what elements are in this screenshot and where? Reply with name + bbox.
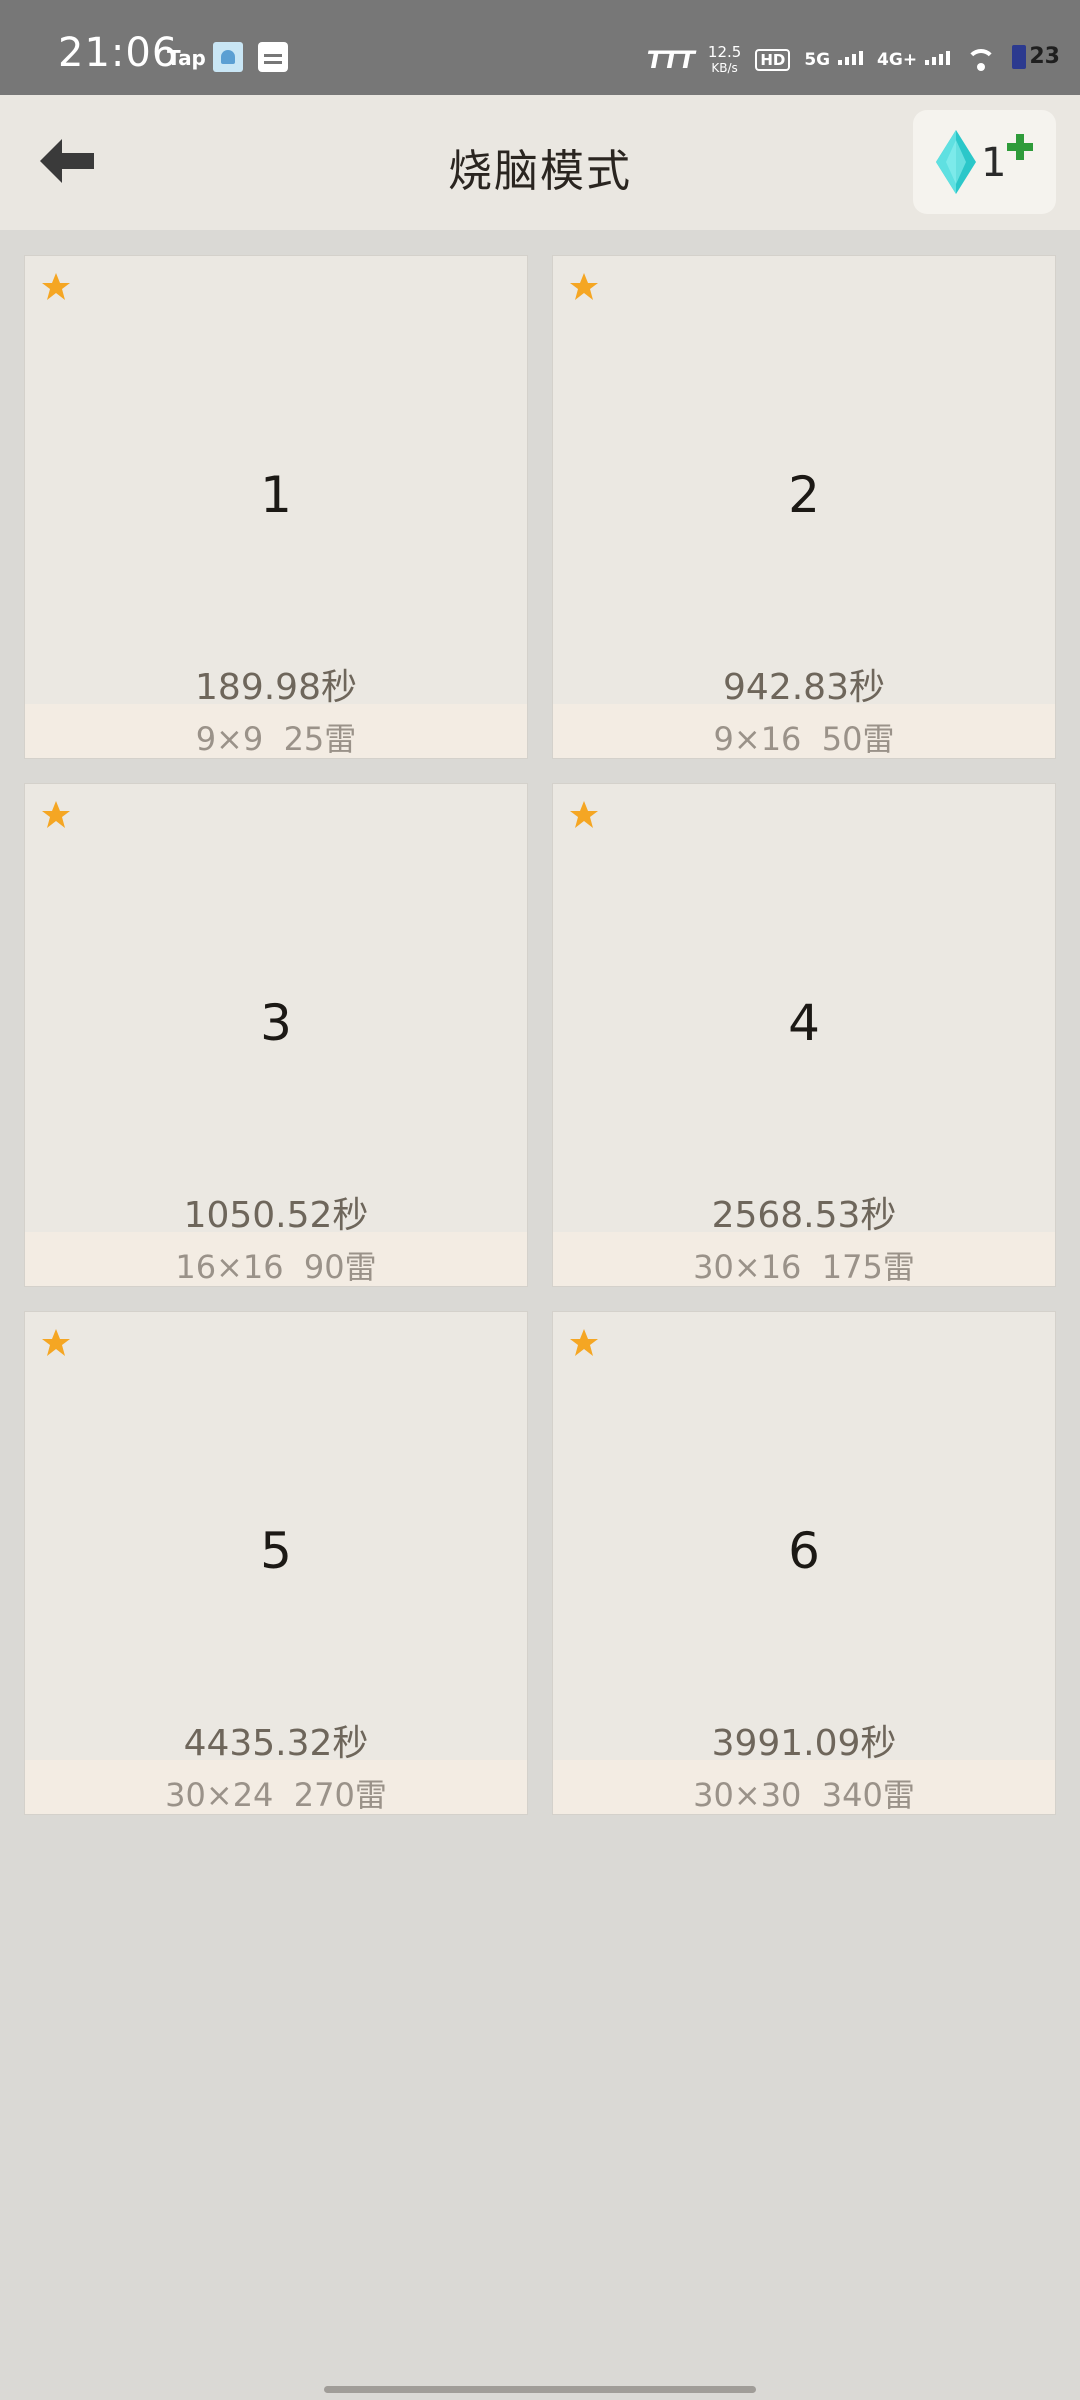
status-indicators: TTT 12.5 KB/s HD 5G 4G+ xyxy=(647,40,998,80)
level-number: 6 xyxy=(788,1522,820,1580)
calendar-icon xyxy=(258,42,288,72)
signal-5g: 5G xyxy=(804,50,864,70)
level-card-3[interactable]: 3 1050.52秒 16×16 90雷 xyxy=(24,783,528,1287)
level-number: 3 xyxy=(260,994,292,1052)
star-icon xyxy=(42,801,70,828)
level-best-time: 4435.32秒 xyxy=(183,1723,369,1764)
signal-4g: 4G+ xyxy=(877,50,950,70)
battery-indicator: 23 xyxy=(1012,44,1060,69)
level-card-5[interactable]: 5 4435.32秒 30×24 270雷 xyxy=(24,1311,528,1815)
signal-bars-icon xyxy=(925,51,950,65)
level-best-time: 3991.09秒 xyxy=(711,1723,897,1764)
battery-level: 23 xyxy=(1029,44,1060,69)
wifi-icon xyxy=(964,47,998,73)
star-icon xyxy=(570,801,598,828)
level-board-info: 30×30 340雷 xyxy=(693,1776,915,1814)
level-board-info: 30×24 270雷 xyxy=(165,1776,387,1814)
level-card-6[interactable]: 6 3991.09秒 30×30 340雷 xyxy=(552,1311,1056,1815)
level-board-info: 16×16 90雷 xyxy=(175,1248,377,1286)
signal-bars-icon xyxy=(838,51,864,65)
star-icon xyxy=(42,273,70,300)
taptap-icon: Tap xyxy=(167,46,206,70)
level-number: 2 xyxy=(788,466,820,524)
network-logo-icon: TTT xyxy=(646,46,695,74)
star-icon xyxy=(570,1329,598,1356)
app-header: 烧脑模式 1 xyxy=(0,95,1080,230)
star-icon xyxy=(42,1329,70,1356)
signal-5g-label: 5G xyxy=(804,50,831,70)
level-board-info: 9×16 50雷 xyxy=(713,720,895,758)
level-card-2[interactable]: 2 942.83秒 9×16 50雷 xyxy=(552,255,1056,759)
hd-icon: HD xyxy=(755,49,791,71)
level-card-4[interactable]: 4 2568.53秒 30×16 175雷 xyxy=(552,783,1056,1287)
home-indicator[interactable] xyxy=(324,2386,756,2393)
app-notification-icon xyxy=(213,42,243,72)
gem-count: 1 xyxy=(981,140,1007,186)
level-number: 5 xyxy=(260,1522,292,1580)
level-board-info: 9×9 25雷 xyxy=(195,720,357,758)
status-bar: 21:06 Tap TTT 12.5 KB/s HD 5G 4G+ 23 xyxy=(0,0,1080,95)
signal-4g-label: 4G+ xyxy=(877,50,918,70)
network-speed-value: 12.5 xyxy=(707,42,742,61)
gem-balance-button[interactable]: 1 xyxy=(913,110,1056,214)
level-best-time: 2568.53秒 xyxy=(711,1195,897,1236)
level-board-info: 30×16 175雷 xyxy=(693,1248,915,1286)
level-card-1[interactable]: 1 189.98秒 9×9 25雷 xyxy=(24,255,528,759)
level-best-time: 942.83秒 xyxy=(723,667,885,708)
gem-icon xyxy=(936,130,976,194)
level-best-time: 1050.52秒 xyxy=(183,1195,369,1236)
level-number: 1 xyxy=(260,466,292,524)
status-time: 21:06 xyxy=(58,30,179,76)
level-best-time: 189.98秒 xyxy=(195,667,357,708)
plus-icon xyxy=(1007,134,1033,160)
network-speed-unit: KB/s xyxy=(711,60,738,75)
level-number: 4 xyxy=(788,994,820,1052)
battery-icon xyxy=(1012,44,1027,69)
network-speed: 12.5 KB/s xyxy=(707,42,742,76)
star-icon xyxy=(570,273,598,300)
